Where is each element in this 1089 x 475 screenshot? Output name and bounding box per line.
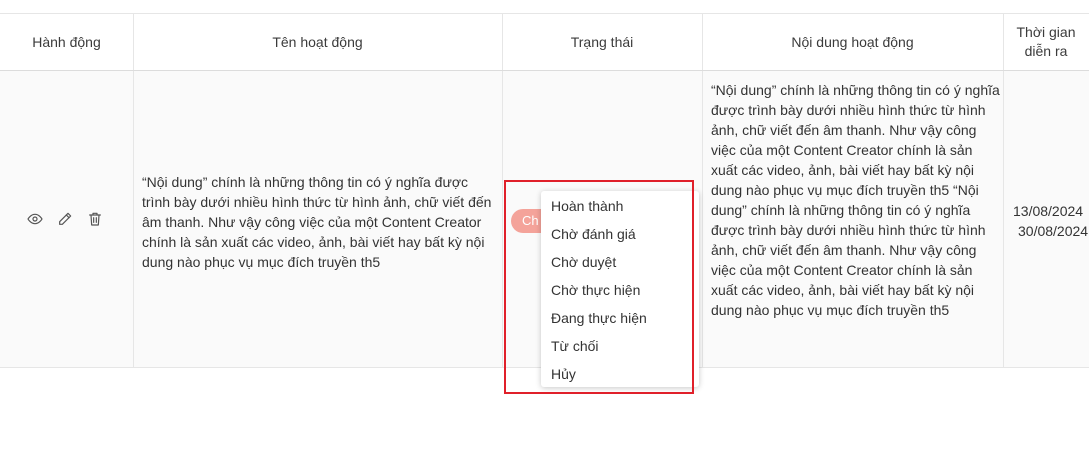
row-time-cell: 13/08/2024 30/08/2024	[1003, 71, 1089, 367]
status-dropdown: Hoàn thành Chờ đánh giá Chờ duyệt Chờ th…	[541, 191, 699, 387]
status-option-huy[interactable]: Hủy	[541, 360, 699, 388]
header-content: Nội dung hoạt động	[791, 33, 914, 50]
table-header: Hành động Tên hoạt động Trạng thái Nội d…	[0, 14, 1089, 71]
activities-table: Hành động Tên hoạt động Trạng thái Nội d…	[0, 13, 1089, 368]
trash-icon[interactable]	[86, 210, 104, 228]
eye-icon[interactable]	[26, 210, 44, 228]
status-option-dang-thuc-hien[interactable]: Đang thực hiện	[541, 304, 699, 332]
header-name: Tên hoạt động	[272, 33, 363, 50]
header-time: Thời gian diễn ra	[1003, 14, 1089, 70]
activity-time: 13/08/2024 30/08/2024	[1013, 201, 1089, 241]
time-start: 13/08/2024	[1013, 203, 1084, 219]
header-status: Trạng thái	[570, 33, 634, 50]
row-content-cell: “Nội dung” chính là những thông tin có ý…	[702, 71, 1003, 367]
header-time-line1: Thời gian	[1016, 24, 1076, 40]
activity-name: “Nội dung” chính là những thông tin có ý…	[142, 174, 492, 270]
row-name-cell: “Nội dung” chính là những thông tin có ý…	[133, 71, 502, 367]
time-end: 30/08/2024	[1018, 223, 1089, 239]
row-actions	[0, 71, 133, 367]
status-option-cho-thuc-hien[interactable]: Chờ thực hiện	[541, 276, 699, 304]
edit-icon[interactable]	[56, 210, 74, 228]
status-option-cho-danh-gia[interactable]: Chờ đánh giá	[541, 220, 699, 248]
status-option-tu-choi[interactable]: Từ chối	[541, 332, 699, 360]
activity-content: “Nội dung” chính là những thông tin có ý…	[711, 82, 1000, 318]
status-option-hoan-thanh[interactable]: Hoàn thành	[541, 192, 699, 220]
header-time-line2: diễn ra	[1024, 43, 1068, 59]
header-actions: Hành động	[32, 33, 101, 50]
status-option-cho-duyet[interactable]: Chờ duyệt	[541, 248, 699, 276]
